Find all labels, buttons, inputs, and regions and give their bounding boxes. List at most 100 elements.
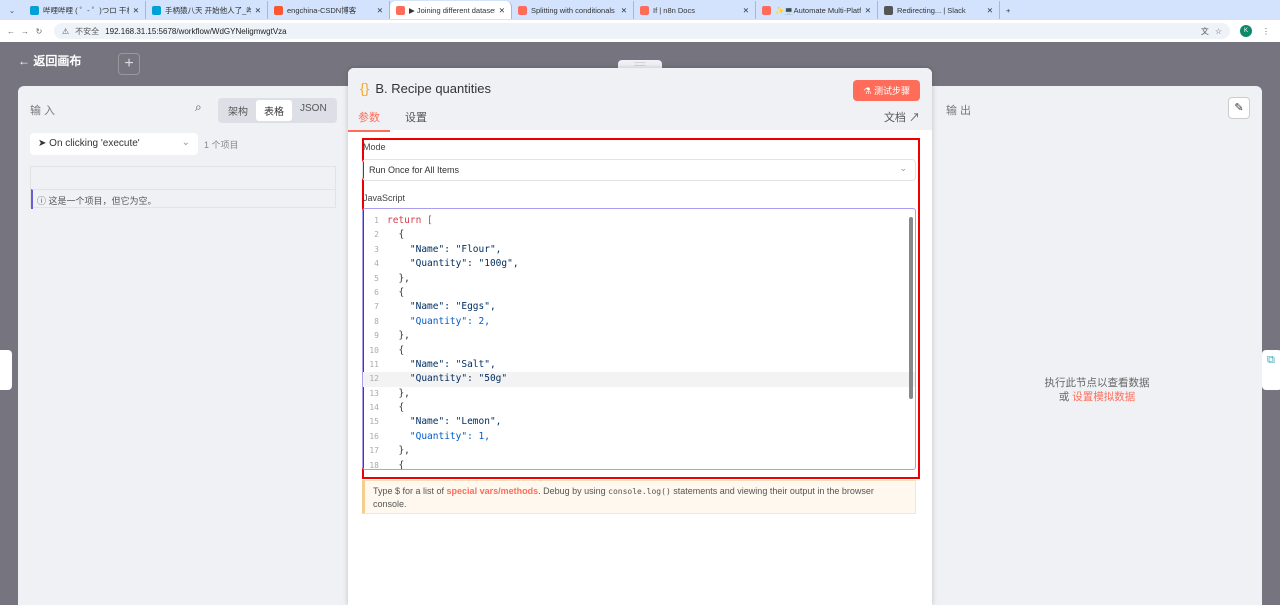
test-step-label: 测试步骤 xyxy=(873,86,910,96)
reload-icon[interactable]: ↻ xyxy=(32,27,46,36)
url-field[interactable]: ⚠ 不安全 192.168.31.15:5678/workflow/WdGYNe… xyxy=(54,23,1230,39)
line-number: 11 xyxy=(369,359,379,369)
tab-title: Splitting with conditionals | n xyxy=(531,5,617,15)
browser-tab[interactable]: Redirecting... | Slack ✕ xyxy=(878,1,1000,19)
left-side-handle[interactable] xyxy=(0,350,12,390)
tab-search-icon[interactable]: ⌄ xyxy=(0,6,24,15)
code-line: 3 "Name": "Flour", xyxy=(363,243,915,257)
view-table[interactable]: 表格 xyxy=(256,100,292,121)
editor-scrollbar[interactable] xyxy=(909,217,913,399)
chevron-down-icon: ⌄ xyxy=(181,137,190,148)
mode-value: Run Once for All Items xyxy=(369,165,460,175)
add-node-button[interactable]: + xyxy=(118,53,140,75)
close-icon[interactable]: ✕ xyxy=(499,6,505,15)
star-icon[interactable]: ☆ xyxy=(1215,27,1222,36)
tab-parameters[interactable]: 参数 xyxy=(348,109,390,132)
input-panel: 输 入 ⌕ 架构 表格 JSON ➤ On clicking 'execute'… xyxy=(18,86,348,605)
search-icon[interactable]: ⌕ xyxy=(195,100,202,115)
code-text: "Name": "Salt", xyxy=(387,358,496,370)
code-line: 2 { xyxy=(363,228,915,242)
browser-tab[interactable]: Splitting with conditionals | n ✕ xyxy=(512,1,634,19)
browser-tab-bar: ⌄ 哔哩哔哩 ( ゜- ゜)つロ 干杯~-bi ✕ 手柄猿八天 开始他人了_哔哩哔 ✕… xyxy=(0,0,1280,20)
code-text: "Quantity": 2, xyxy=(387,315,490,327)
mode-label: Mode xyxy=(363,142,386,152)
code-braces-icon: {} xyxy=(360,80,370,96)
code-text: }, xyxy=(387,445,410,457)
code-text: { xyxy=(387,229,405,241)
line-number: 17 xyxy=(369,446,379,456)
code-text: "Quantity": 1, xyxy=(387,430,490,442)
translate-icon[interactable]: 文 xyxy=(1201,26,1209,37)
browser-tab[interactable]: 手柄猿八天 开始他人了_哔哩哔 ✕ xyxy=(146,1,268,19)
close-icon[interactable]: ✕ xyxy=(621,6,627,15)
close-icon[interactable]: ✕ xyxy=(865,6,871,15)
code-text: { xyxy=(387,459,405,470)
code-line: 6 { xyxy=(363,286,915,300)
code-line: 17 }, xyxy=(363,444,915,458)
docs-link[interactable]: 文档 ↗ xyxy=(884,109,920,125)
avatar[interactable]: K xyxy=(1240,25,1252,37)
item-count: 1 个项目 xyxy=(204,140,239,150)
mode-select[interactable]: Run Once for All Items ⌄ xyxy=(362,159,916,181)
close-icon[interactable]: ✕ xyxy=(255,6,261,15)
code-text: }, xyxy=(387,387,410,399)
code-text: "Name": "Eggs", xyxy=(387,301,496,313)
tab-title: If | n8n Docs xyxy=(653,5,695,15)
code-text: { xyxy=(387,286,405,298)
tab-favicon-icon xyxy=(518,5,527,15)
new-tab-button[interactable]: + xyxy=(1006,6,1010,15)
output-empty-text: 执行此节点以查看数据 xyxy=(1044,377,1150,389)
edit-output-button[interactable]: ✎ xyxy=(1228,97,1250,119)
code-text: "Name": "Flour", xyxy=(387,243,502,255)
line-number: 6 xyxy=(374,287,379,297)
tab-settings[interactable]: 设置 xyxy=(405,109,427,125)
code-line: 18 { xyxy=(363,459,915,470)
browser-tab[interactable]: ▶ Joining different datasets ✕ xyxy=(390,1,512,19)
view-schema[interactable]: 架构 xyxy=(220,100,256,121)
line-number: 2 xyxy=(374,230,379,240)
set-mock-data-link[interactable]: 设置模拟数据 xyxy=(1072,391,1135,403)
code-line: 9 }, xyxy=(363,329,915,343)
browser-tab[interactable]: 哔哩哔哩 ( ゜- ゜)つロ 干杯~-bi ✕ xyxy=(24,1,146,19)
code-line: 4 "Quantity": "100g", xyxy=(363,257,915,271)
tab-title: 手柄猿八天 开始他人了_哔哩哔 xyxy=(165,5,251,15)
close-icon[interactable]: ✕ xyxy=(987,6,993,15)
tab-favicon-icon xyxy=(30,5,39,15)
info-icon: ⓘ xyxy=(37,196,47,206)
trigger-select[interactable]: ➤ On clicking 'execute' ⌄ xyxy=(30,133,198,155)
close-icon[interactable]: ✕ xyxy=(743,6,749,15)
code-line: 16 "Quantity": 1, xyxy=(363,430,915,444)
line-number: 1 xyxy=(374,216,379,225)
line-number: 4 xyxy=(374,259,379,269)
line-number: 5 xyxy=(374,273,379,283)
back-arrow-icon[interactable]: ← xyxy=(4,27,18,36)
code-editor[interactable]: 1 return [2 {3 "Name": "Flour", 4 "Quantit… xyxy=(362,208,916,470)
view-switcher: 架构 表格 JSON xyxy=(218,98,337,123)
code-line: 7 "Name": "Eggs", xyxy=(363,300,915,314)
line-number: 13 xyxy=(369,388,379,398)
tab-favicon-icon xyxy=(152,5,161,15)
forward-arrow-icon[interactable]: → xyxy=(18,27,32,36)
line-number: 15 xyxy=(369,417,379,427)
output-title: 输 出 xyxy=(946,105,972,117)
tab-favicon-icon xyxy=(274,5,283,15)
flask-icon: ⚗ xyxy=(863,86,872,96)
hint-text: . Debug by using xyxy=(538,486,609,496)
tab-title: Redirecting... | Slack xyxy=(897,5,966,15)
line-number: 14 xyxy=(369,403,379,413)
empty-item-table: ⓘ 这是一个项目，但它为空。 xyxy=(30,166,336,209)
test-step-button[interactable]: ⚗ 测试步骤 xyxy=(853,80,920,101)
or-text: 或 xyxy=(1058,391,1070,403)
browser-tab[interactable]: If | n8n Docs ✕ xyxy=(634,1,756,19)
back-to-canvas-button[interactable]: ← 返回画布 xyxy=(18,52,81,69)
special-vars-link[interactable]: special vars/methods xyxy=(447,486,539,496)
workflow-icon[interactable]: ⧉ xyxy=(1262,350,1280,390)
close-icon[interactable]: ✕ xyxy=(133,6,139,15)
browser-tab[interactable]: ✨💻Automate Multi-Platfo ✕ xyxy=(756,1,878,19)
empty-message: 这是一个项目，但它为空。 xyxy=(48,196,157,206)
browser-tab[interactable]: engchina-CSDN博客 ✕ xyxy=(268,1,390,19)
code-line: 8 "Quantity": 2, xyxy=(363,315,915,329)
view-json[interactable]: JSON xyxy=(292,100,335,121)
menu-icon[interactable]: ⋮ xyxy=(1262,27,1270,36)
close-icon[interactable]: ✕ xyxy=(377,6,383,15)
